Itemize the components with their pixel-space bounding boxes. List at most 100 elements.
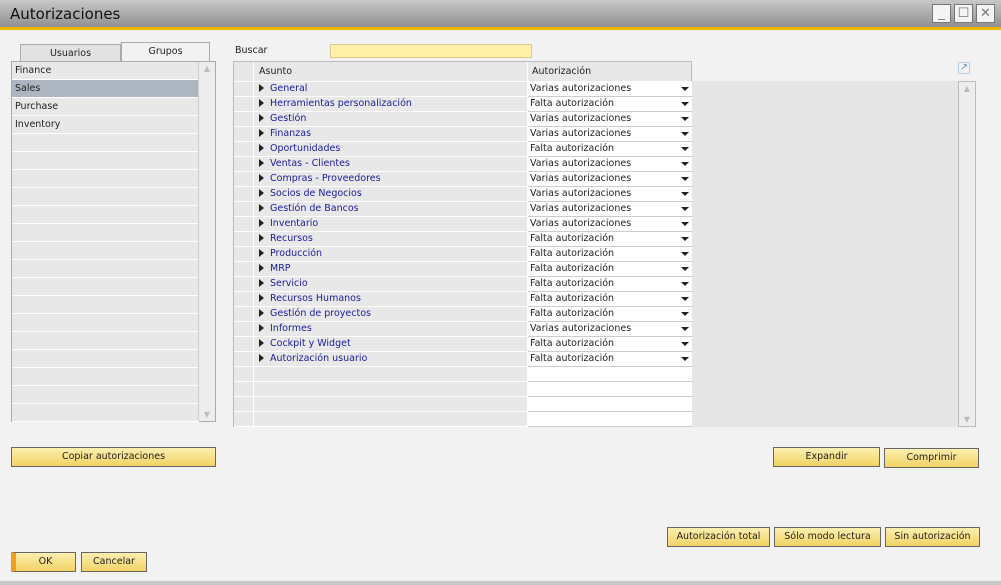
subject-cell[interactable]: Servicio	[254, 277, 528, 292]
row-number-cell[interactable]	[234, 277, 254, 292]
groups-scrollbar[interactable]: ▲ ▼	[198, 62, 215, 421]
dropdown-arrow-icon[interactable]	[681, 267, 689, 271]
expand-triangle-icon[interactable]	[259, 354, 264, 362]
scroll-up-icon[interactable]: ▲	[199, 64, 215, 73]
authorization-cell[interactable]: Varias autorizaciones	[528, 322, 692, 337]
group-list-item[interactable]: Purchase	[12, 98, 199, 116]
authorization-cell[interactable]: Falta autorización	[528, 247, 692, 262]
authorization-cell[interactable]: Varias autorizaciones	[528, 187, 692, 202]
row-number-cell[interactable]	[234, 82, 254, 97]
dropdown-arrow-icon[interactable]	[681, 162, 689, 166]
row-number-cell[interactable]	[234, 352, 254, 367]
subject-cell[interactable]: MRP	[254, 262, 528, 277]
row-number-cell[interactable]	[234, 127, 254, 142]
group-list-item[interactable]: Inventory	[12, 116, 199, 134]
expand-triangle-icon[interactable]	[259, 159, 264, 167]
subject-cell[interactable]: Oportunidades	[254, 142, 528, 157]
row-number-cell[interactable]	[234, 382, 254, 397]
expand-triangle-icon[interactable]	[259, 189, 264, 197]
subject-link[interactable]: Recursos	[270, 233, 313, 244]
subject-link[interactable]: Gestión	[270, 113, 306, 124]
group-list-item[interactable]	[12, 170, 199, 188]
scroll-up-icon[interactable]: ▲	[959, 84, 975, 93]
group-list-item[interactable]: Finance	[12, 62, 199, 80]
authorization-cell[interactable]	[528, 412, 692, 427]
maximize-button[interactable]: ☐	[954, 4, 973, 23]
dropdown-arrow-icon[interactable]	[681, 102, 689, 106]
dropdown-arrow-icon[interactable]	[681, 237, 689, 241]
subject-link[interactable]: Compras - Proveedores	[270, 173, 381, 184]
subject-link[interactable]: MRP	[270, 263, 291, 274]
subject-cell[interactable]	[254, 367, 528, 382]
subject-cell[interactable]: Compras - Proveedores	[254, 172, 528, 187]
dropdown-arrow-icon[interactable]	[681, 147, 689, 151]
expand-triangle-icon[interactable]	[259, 144, 264, 152]
dropdown-arrow-icon[interactable]	[681, 282, 689, 286]
collapse-button[interactable]: Comprimir	[884, 448, 979, 468]
group-list-item[interactable]	[12, 134, 199, 152]
authorization-cell[interactable]: Falta autorización	[528, 307, 692, 322]
group-list-item[interactable]	[12, 368, 199, 386]
row-number-cell[interactable]	[234, 97, 254, 112]
subject-link[interactable]: Finanzas	[270, 128, 311, 139]
dropdown-arrow-icon[interactable]	[681, 87, 689, 91]
scroll-down-icon[interactable]: ▼	[959, 415, 975, 424]
expand-triangle-icon[interactable]	[259, 219, 264, 227]
subject-cell[interactable]: General	[254, 82, 528, 97]
row-number-cell[interactable]	[234, 262, 254, 277]
expand-triangle-icon[interactable]	[259, 99, 264, 107]
group-list-item[interactable]	[12, 350, 199, 368]
authorization-cell[interactable]: Varias autorizaciones	[528, 82, 692, 97]
row-number-cell[interactable]	[234, 367, 254, 382]
row-number-cell[interactable]	[234, 247, 254, 262]
subject-link[interactable]: Producción	[270, 248, 322, 259]
row-number-cell[interactable]	[234, 112, 254, 127]
group-list-item[interactable]	[12, 260, 199, 278]
group-list-item[interactable]: Sales	[12, 80, 199, 98]
row-number-cell[interactable]	[234, 307, 254, 322]
subject-cell[interactable]: Inventario	[254, 217, 528, 232]
expand-triangle-icon[interactable]	[259, 324, 264, 332]
row-number-cell[interactable]	[234, 172, 254, 187]
authorization-cell[interactable]: Varias autorizaciones	[528, 112, 692, 127]
row-number-cell[interactable]	[234, 217, 254, 232]
dropdown-arrow-icon[interactable]	[681, 327, 689, 331]
subject-link[interactable]: Socios de Negocios	[270, 188, 362, 199]
dropdown-arrow-icon[interactable]	[681, 117, 689, 121]
authorization-cell[interactable]: Falta autorización	[528, 262, 692, 277]
expand-triangle-icon[interactable]	[259, 279, 264, 287]
expand-triangle-icon[interactable]	[259, 114, 264, 122]
group-list-item[interactable]	[12, 224, 199, 242]
group-list-item[interactable]	[12, 188, 199, 206]
ok-button[interactable]: OK	[11, 552, 76, 572]
subject-cell[interactable]: Informes	[254, 322, 528, 337]
dropdown-arrow-icon[interactable]	[681, 342, 689, 346]
tab-usuarios[interactable]: Usuarios	[20, 44, 121, 61]
subject-cell[interactable]: Gestión	[254, 112, 528, 127]
subject-link[interactable]: Gestión de Bancos	[270, 203, 359, 214]
dropdown-arrow-icon[interactable]	[681, 177, 689, 181]
subject-cell[interactable]: Herramientas personalización	[254, 97, 528, 112]
subject-link[interactable]: Informes	[270, 323, 312, 334]
subject-link[interactable]: Servicio	[270, 278, 308, 289]
authorization-cell[interactable]: Falta autorización	[528, 292, 692, 307]
column-header-subject[interactable]: Asunto	[254, 62, 528, 82]
cancel-button[interactable]: Cancelar	[81, 552, 147, 572]
expand-triangle-icon[interactable]	[259, 129, 264, 137]
group-list-item[interactable]	[12, 296, 199, 314]
search-input[interactable]	[330, 44, 532, 58]
subject-cell[interactable]: Ventas - Clientes	[254, 157, 528, 172]
expand-button[interactable]: Expandir	[773, 447, 880, 467]
column-header-authorization[interactable]: Autorización	[528, 62, 692, 82]
row-number-cell[interactable]	[234, 232, 254, 247]
authorization-cell[interactable]: Varias autorizaciones	[528, 157, 692, 172]
authorization-cell[interactable]: Falta autorización	[528, 232, 692, 247]
subject-cell[interactable]	[254, 412, 528, 427]
subject-cell[interactable]: Autorización usuario	[254, 352, 528, 367]
row-number-cell[interactable]	[234, 142, 254, 157]
expand-triangle-icon[interactable]	[259, 339, 264, 347]
dropdown-arrow-icon[interactable]	[681, 357, 689, 361]
row-number-cell[interactable]	[234, 187, 254, 202]
subject-link[interactable]: Inventario	[270, 218, 318, 229]
row-number-cell[interactable]	[234, 157, 254, 172]
